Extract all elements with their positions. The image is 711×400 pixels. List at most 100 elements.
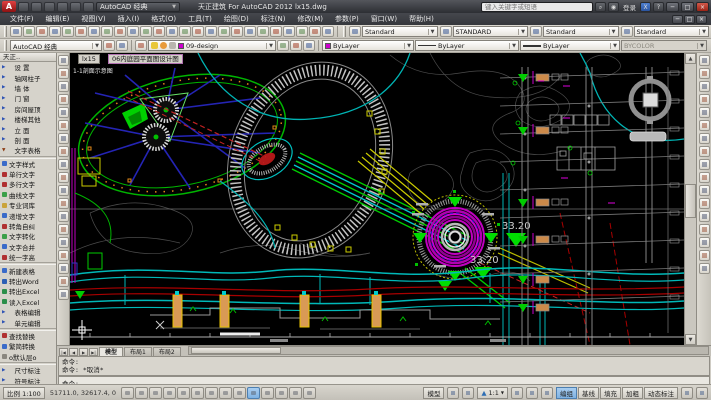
properties-icon[interactable]	[244, 26, 256, 37]
style-icon[interactable]	[349, 26, 361, 37]
layer-freeze-icon[interactable]	[160, 42, 167, 49]
menu-item[interactable]: 标注(N)	[255, 13, 292, 25]
vertical-scrollbar[interactable]: ▲ ▼	[684, 53, 696, 345]
array-icon[interactable]	[699, 107, 710, 118]
screen-menu-item[interactable]: 符号标注	[0, 375, 56, 384]
publish-icon[interactable]	[75, 26, 87, 37]
exchange-apps-icon[interactable]: X	[640, 2, 651, 12]
status-toggle-button[interactable]	[233, 387, 246, 399]
screen-menu-item[interactable]: 专业词库	[0, 200, 56, 210]
extend-icon[interactable]	[699, 185, 710, 196]
autocad-logo-icon[interactable]: A	[2, 1, 16, 12]
screen-menu-item[interactable]: 递增文字	[0, 210, 56, 220]
copy-icon[interactable]	[114, 26, 126, 37]
ellipse-arc-icon[interactable]	[58, 185, 69, 196]
command-history[interactable]: 命令:命令: *取消*	[58, 356, 710, 376]
lineweight-combo[interactable]: ByLayer ▼	[520, 40, 620, 51]
fillet-icon[interactable]	[699, 250, 710, 261]
screen-menu-item[interactable]: 曲线文字	[0, 190, 56, 200]
quick-view-drawings-icon[interactable]	[462, 387, 474, 399]
layout-tab[interactable]: 布局1	[124, 347, 152, 356]
scale-icon[interactable]	[699, 146, 710, 157]
screen-menu-item[interactable]: 单元编辑	[0, 317, 56, 327]
zoom-previous-icon[interactable]	[231, 26, 243, 37]
tarch-toggle-button[interactable]: 动态标注	[644, 387, 678, 399]
tarch-toggle-button[interactable]: 填充	[600, 387, 621, 399]
layer-isolate-icon[interactable]	[290, 40, 302, 51]
menu-item[interactable]: 格式(O)	[145, 13, 182, 25]
isolate-objects-icon[interactable]	[681, 387, 693, 399]
move-icon[interactable]	[699, 120, 710, 131]
redo-icon[interactable]	[179, 26, 191, 37]
quick-calc-icon[interactable]	[309, 26, 321, 37]
polygon-icon[interactable]	[58, 94, 69, 105]
arc-icon[interactable]	[58, 120, 69, 131]
mirror-icon[interactable]	[699, 81, 710, 92]
qat-open-icon[interactable]	[18, 2, 29, 12]
copy-icon[interactable]	[699, 68, 710, 79]
status-toggle-button[interactable]	[177, 387, 190, 399]
screen-menu-item[interactable]: 新建表格	[0, 265, 56, 275]
status-toggle-button[interactable]	[163, 387, 176, 399]
menu-item[interactable]: 插入(I)	[112, 13, 146, 25]
save-icon[interactable]	[36, 26, 48, 37]
screen-menu-item[interactable]: 转出Word	[0, 276, 56, 286]
workspace-switching-icon[interactable]	[526, 387, 538, 399]
annotation-visibility-icon[interactable]	[511, 387, 523, 399]
restore-button[interactable]: □	[681, 2, 694, 12]
multiline-text-icon[interactable]	[58, 289, 69, 300]
screen-menu-item[interactable]: 繁简转换	[0, 341, 56, 351]
user-icon[interactable]: ◉	[608, 2, 619, 12]
status-toggle-button[interactable]	[275, 387, 288, 399]
cut-icon[interactable]	[101, 26, 113, 37]
open-icon[interactable]	[23, 26, 35, 37]
menu-item[interactable]: 窗口(W)	[365, 13, 403, 25]
annotation-scale-button[interactable]: ▲ 1:1 ▼	[477, 387, 508, 399]
screen-menu-item[interactable]: 尺寸标注	[0, 365, 56, 375]
document-minimize-button[interactable]: ─	[672, 15, 683, 24]
screen-menu-item[interactable]: 文字表格	[0, 145, 56, 155]
paste-icon[interactable]	[127, 26, 139, 37]
explode-icon[interactable]	[699, 263, 710, 274]
qat-undo-icon[interactable]	[70, 2, 81, 12]
rectangle-icon[interactable]	[58, 107, 69, 118]
menu-item[interactable]: 编辑(E)	[40, 13, 76, 25]
scrollbar-thumb[interactable]	[685, 184, 696, 218]
qat-saveas-icon[interactable]	[44, 2, 55, 12]
stretch-icon[interactable]	[699, 159, 710, 170]
minimize-button[interactable]: ─	[666, 2, 679, 12]
status-toggle-button[interactable]	[247, 387, 260, 399]
screen-menu-item[interactable]: 单行文字	[0, 169, 56, 179]
drawing-canvas[interactable]: lx15 06内庭园平面图设计图 1-1剖面示意图	[70, 53, 684, 345]
coordinates-readout[interactable]: 51711.0, 32617.4, 0	[48, 389, 118, 397]
layer-properties-icon[interactable]	[135, 40, 147, 51]
spline-icon[interactable]	[58, 159, 69, 170]
scrollbar-thumb[interactable]	[191, 347, 281, 354]
layer-previous-icon[interactable]	[277, 40, 289, 51]
menu-item[interactable]: 参数(P)	[329, 13, 365, 25]
style-icon[interactable]	[440, 26, 452, 37]
screen-menu-item[interactable]: 转出Excel	[0, 286, 56, 296]
status-toggle-button[interactable]	[205, 387, 218, 399]
qat-redo-icon[interactable]	[83, 2, 94, 12]
table-icon[interactable]	[58, 276, 69, 287]
help-icon[interactable]: ?	[653, 2, 664, 12]
menu-item[interactable]: 文件(F)	[4, 13, 40, 25]
screen-menu-item[interactable]: 楼梯其他	[0, 114, 56, 124]
workspaces-combo[interactable]: AutoCAD 经典 ▼	[10, 40, 102, 51]
status-toggle-button[interactable]	[191, 387, 204, 399]
screen-menu-item[interactable]: 读入Excel	[0, 297, 56, 307]
save-workspace-icon[interactable]	[116, 40, 128, 51]
line-icon[interactable]	[58, 55, 69, 66]
screen-menu-item[interactable]: 统一字高	[0, 252, 56, 262]
style-icon[interactable]	[530, 26, 542, 37]
toolbar-grip[interactable]	[4, 40, 7, 51]
3d-dwf-icon[interactable]	[88, 26, 100, 37]
offset-icon[interactable]	[699, 94, 710, 105]
markup-set-manager-icon[interactable]	[296, 26, 308, 37]
screen-menu-item[interactable]: 表格编辑	[0, 307, 56, 317]
toolbar-grip[interactable]	[343, 26, 346, 37]
layer-on-icon[interactable]	[151, 42, 158, 49]
next-tab-icon[interactable]: ▶	[79, 348, 88, 356]
chamfer-icon[interactable]	[699, 237, 710, 248]
